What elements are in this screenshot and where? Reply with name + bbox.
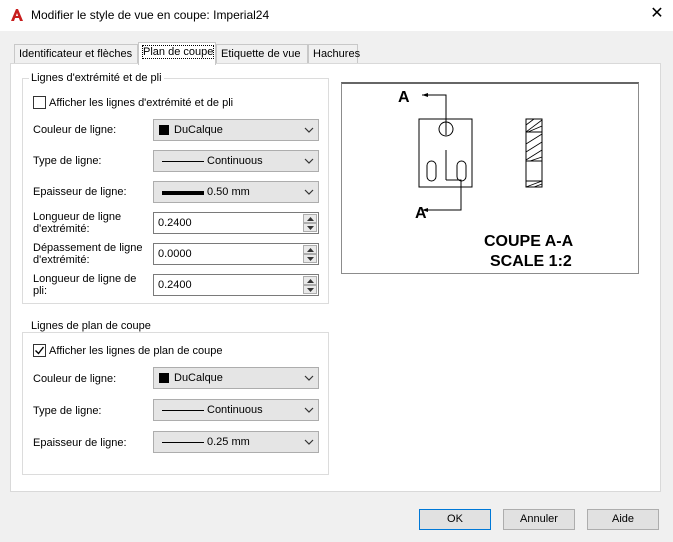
linetype-sample bbox=[162, 161, 204, 162]
spin-down-button[interactable] bbox=[303, 223, 317, 232]
bend-length-label-1: Longueur de ligne de bbox=[33, 273, 137, 285]
end-length-input[interactable]: 0.2400 bbox=[153, 212, 319, 234]
overshoot-input[interactable]: 0.0000 bbox=[153, 243, 319, 265]
tab-view-label[interactable]: Etiquette de vue bbox=[216, 44, 308, 64]
help-button[interactable]: Aide bbox=[587, 509, 659, 530]
end-linetype-dropdown[interactable]: Continuous bbox=[153, 150, 319, 172]
caret-up-icon bbox=[307, 248, 314, 252]
end-lineweight-dropdown[interactable]: 0.50 mm bbox=[153, 181, 319, 203]
tab-panel: Lignes d'extrémité et de pli Afficher le… bbox=[10, 63, 661, 492]
chevron-down-icon bbox=[304, 158, 314, 164]
lineweight-sample bbox=[162, 442, 204, 443]
show-end-bend-label: Afficher les lignes d'extrémité et de pl… bbox=[49, 97, 234, 109]
preview-caption-line2: SCALE 1:2 bbox=[490, 253, 572, 270]
plane-linetype-dropdown[interactable]: Continuous bbox=[153, 399, 319, 421]
plane-color-label: Couleur de ligne: bbox=[33, 373, 117, 385]
checkmark-icon bbox=[35, 346, 45, 355]
caret-down-icon bbox=[307, 226, 314, 230]
plane-lineweight-dropdown[interactable]: 0.25 mm bbox=[153, 431, 319, 453]
overshoot-label-2: d'extrémité: bbox=[33, 254, 90, 266]
show-end-bend-checkbox[interactable] bbox=[33, 96, 46, 109]
end-length-label-1: Longueur de ligne bbox=[33, 211, 122, 223]
tab-cutting-plane[interactable]: Plan de coupe bbox=[138, 42, 216, 65]
group-cutting-plane-title: Lignes de plan de coupe bbox=[29, 320, 153, 332]
spin-down-button[interactable] bbox=[303, 285, 317, 294]
plane-lineweight-label: Epaisseur de ligne: bbox=[33, 437, 127, 449]
color-swatch bbox=[159, 373, 169, 383]
bend-length-input[interactable]: 0.2400 bbox=[153, 274, 319, 296]
show-cutting-plane-label: Afficher les lignes de plan de coupe bbox=[49, 345, 223, 357]
show-cutting-plane-checkbox[interactable] bbox=[33, 344, 46, 357]
ok-button[interactable]: OK bbox=[419, 509, 491, 530]
end-lineweight-label: Epaisseur de ligne: bbox=[33, 186, 127, 198]
caret-up-icon bbox=[307, 217, 314, 221]
spin-down-button[interactable] bbox=[303, 254, 317, 263]
preview-label-top: A bbox=[398, 89, 410, 106]
tab-identifier-arrows[interactable]: Identificateur et flèches bbox=[14, 44, 138, 64]
spin-up-button[interactable] bbox=[303, 214, 317, 223]
group-end-bend-title: Lignes d'extrémité et de pli bbox=[29, 72, 164, 84]
lineweight-sample bbox=[162, 191, 204, 195]
overshoot-label-1: Dépassement de ligne bbox=[33, 242, 143, 254]
bend-length-label-2: pli: bbox=[33, 285, 48, 297]
cancel-button[interactable]: Annuler bbox=[503, 509, 575, 530]
end-linetype-label: Type de ligne: bbox=[33, 155, 102, 167]
preview-drawing: A A COUPE A-A SCALE 1:2 bbox=[398, 89, 574, 270]
preview-label-bottom: A bbox=[415, 205, 427, 222]
spin-up-button[interactable] bbox=[303, 276, 317, 285]
section-view-preview: A A COUPE A-A SCALE 1:2 bbox=[341, 82, 639, 274]
plane-color-dropdown[interactable]: DuCalque bbox=[153, 367, 319, 389]
tab-hatch[interactable]: Hachures bbox=[308, 44, 360, 64]
end-color-dropdown[interactable]: DuCalque bbox=[153, 119, 319, 141]
preview-caption-line1: COUPE A-A bbox=[484, 233, 574, 250]
linetype-sample bbox=[162, 410, 204, 411]
title-bar: Modifier le style de vue en coupe: Imper… bbox=[0, 0, 673, 32]
spin-up-button[interactable] bbox=[303, 245, 317, 254]
caret-down-icon bbox=[307, 257, 314, 261]
chevron-down-icon bbox=[304, 189, 314, 195]
chevron-down-icon bbox=[304, 127, 314, 133]
chevron-down-icon bbox=[304, 375, 314, 381]
end-length-label-2: d'extrémité: bbox=[33, 223, 90, 235]
chevron-down-icon bbox=[304, 439, 314, 445]
end-color-label: Couleur de ligne: bbox=[33, 124, 117, 136]
autocad-a-icon bbox=[11, 9, 23, 21]
window-title: Modifier le style de vue en coupe: Imper… bbox=[31, 8, 270, 22]
caret-up-icon bbox=[307, 279, 314, 283]
close-icon[interactable]: ✕ bbox=[649, 6, 665, 22]
chevron-down-icon bbox=[304, 407, 314, 413]
plane-linetype-label: Type de ligne: bbox=[33, 405, 102, 417]
caret-down-icon bbox=[307, 288, 314, 292]
color-swatch bbox=[159, 125, 169, 135]
